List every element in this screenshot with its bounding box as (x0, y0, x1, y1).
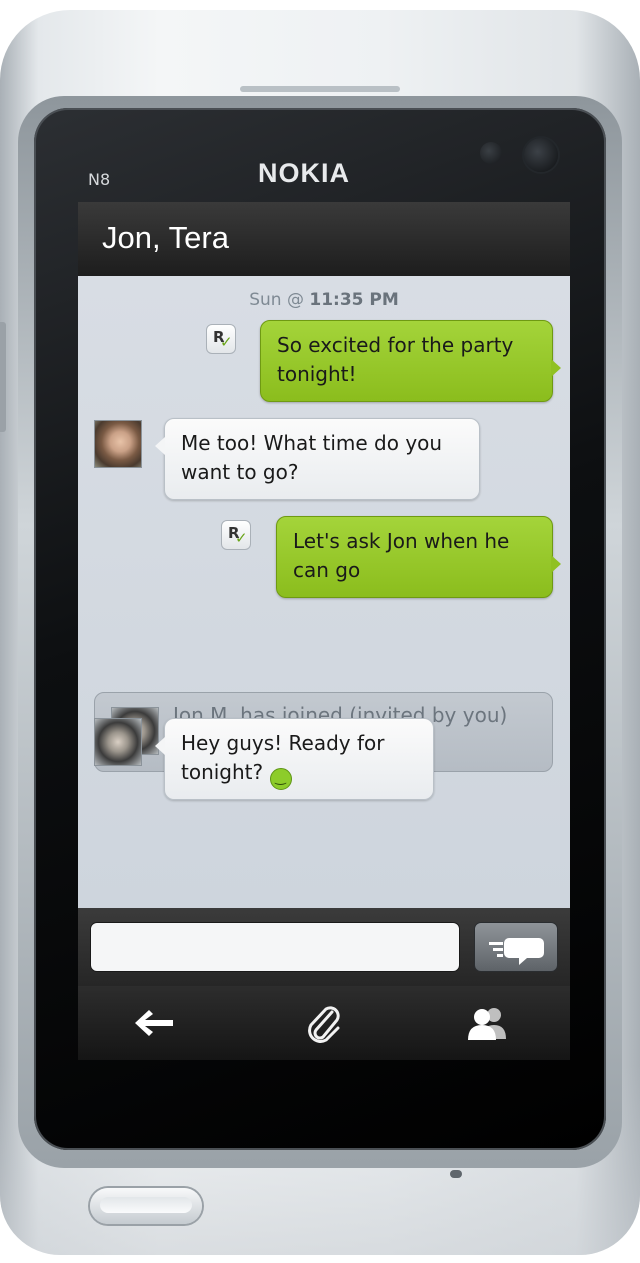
participants-icon (468, 1008, 506, 1040)
message-text: So excited for the party tonight! (277, 333, 514, 386)
read-receipt-icon: R ✓ (221, 520, 251, 550)
message-bubble-outgoing[interactable]: Let's ask Jon when he can go (276, 516, 561, 598)
avatar-tera[interactable] (94, 420, 142, 468)
top-ridge (240, 86, 400, 92)
composer-bar (78, 908, 570, 986)
proximity-sensor (480, 142, 502, 164)
message-text: Me too! What time do you want to go? (181, 431, 443, 484)
menu-key[interactable] (90, 1188, 202, 1224)
side-volume-key[interactable] (0, 322, 6, 432)
avatar-jon[interactable] (94, 718, 142, 766)
screen: Jon, Tera Sun @ 11:35 PM R ✓ So excited f… (78, 202, 570, 1060)
back-button[interactable] (118, 998, 190, 1048)
message-input[interactable] (90, 922, 460, 972)
microphone-hole (450, 1170, 462, 1178)
participants-button[interactable] (452, 998, 524, 1048)
back-arrow-icon (135, 1010, 173, 1036)
message-bubble-outgoing[interactable]: So excited for the party tonight! (260, 320, 561, 402)
message-bubble-incoming[interactable]: Me too! What time do you want to go? (155, 418, 480, 500)
timestamp-day: Sun @ (249, 290, 304, 310)
smiley-icon: ‿ (269, 768, 292, 790)
bottom-toolbar (78, 986, 570, 1060)
send-message-icon (489, 938, 544, 965)
attach-button[interactable] (288, 998, 360, 1048)
timestamp-time: 11:35 PM (309, 290, 399, 310)
model-label: N8 (88, 170, 111, 189)
front-camera (524, 138, 558, 172)
timestamp: Sun @ 11:35 PM (78, 290, 570, 310)
conversation-title: Jon, Tera (102, 220, 229, 255)
paperclip-icon (308, 1006, 340, 1043)
message-list[interactable]: Sun @ 11:35 PM R ✓ So excited for the par… (78, 276, 570, 908)
message-text: Let's ask Jon when he can go (293, 529, 510, 582)
send-button[interactable] (474, 922, 558, 972)
title-bar: Jon, Tera (78, 202, 570, 276)
message-bubble-incoming[interactable]: Hey guys! Ready for tonight? ‿ (155, 718, 434, 800)
brand-logo: NOKIA (258, 158, 350, 188)
read-receipt-icon: R ✓ (206, 324, 236, 354)
